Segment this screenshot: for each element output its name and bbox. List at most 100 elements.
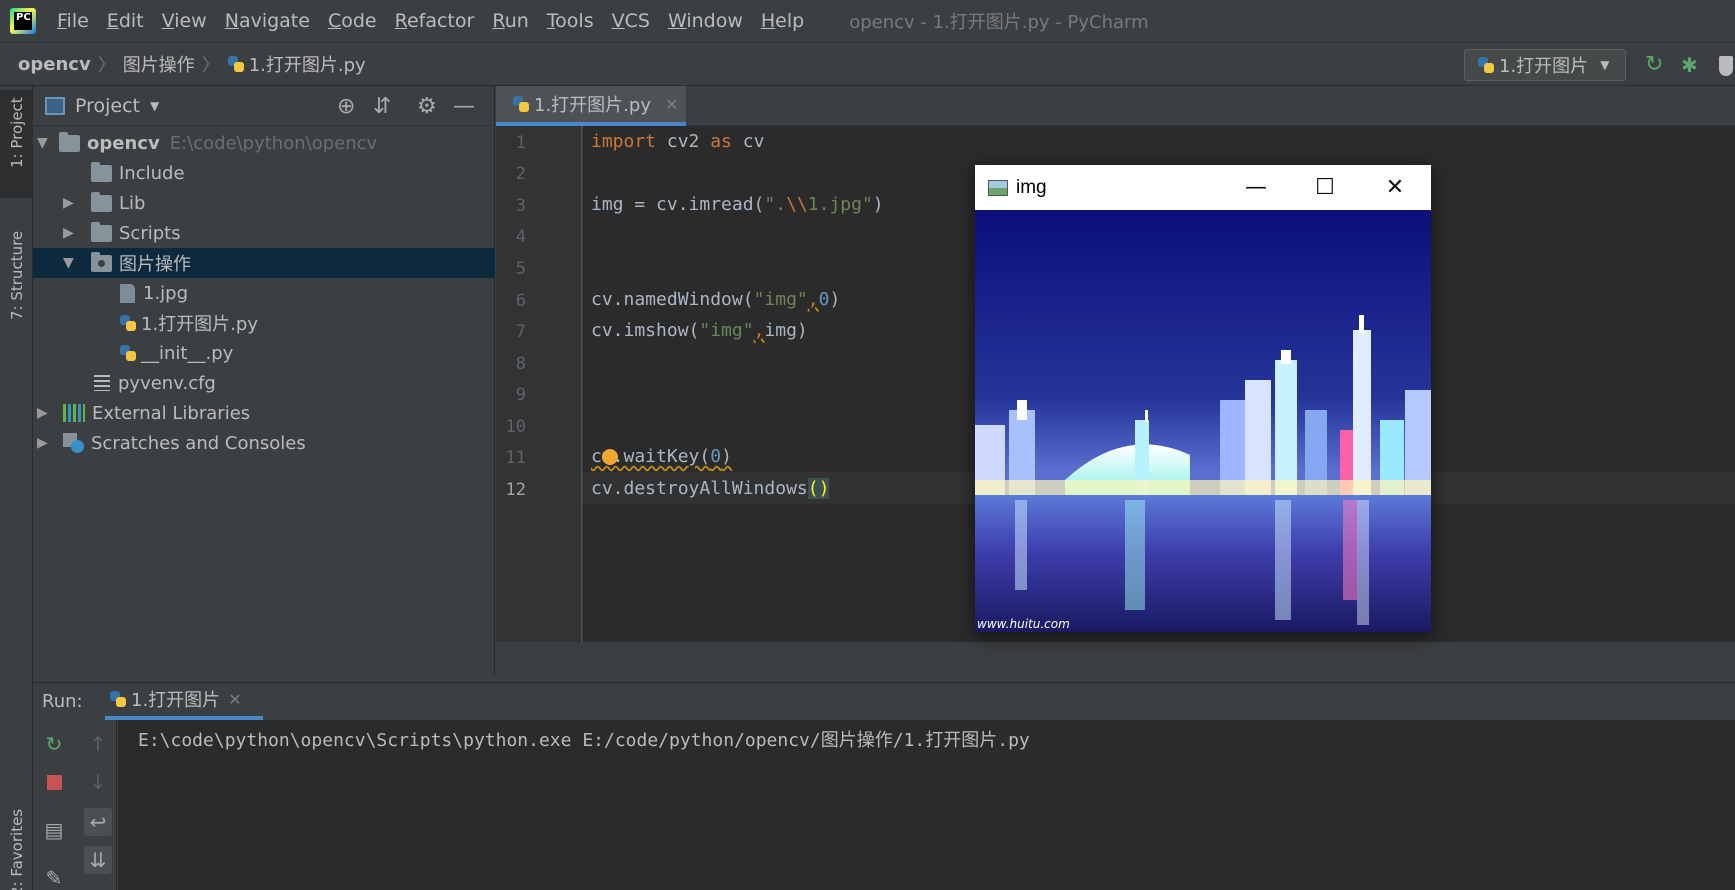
line-number: 6 [515,291,526,311]
folder-icon [91,191,112,212]
menu-vcs[interactable]: VCS [612,10,650,32]
arrow-down-icon[interactable]: ↓ [84,768,112,796]
tree-item-include[interactable]: Include [33,158,495,188]
scratches-icon [63,433,84,453]
gear-icon[interactable]: ⚙ [417,94,437,119]
collapsed-arrow-icon[interactable]: ▶ [37,435,48,451]
tree-item-lib[interactable]: ▶ Lib [33,188,495,218]
code-line-6: cv.namedWindow("img",0) [591,289,841,310]
tree-item-label: 1.打开图片.py [141,314,258,335]
tool-window-structure-label: 7: Structure [8,230,26,320]
collapsed-arrow-icon[interactable]: ▶ [63,225,74,241]
tree-item-pyvenv[interactable]: pyvenv.cfg [33,368,495,398]
project-view-selector[interactable]: Project [75,95,140,117]
collapse-all-icon[interactable]: ⇵ [373,94,391,119]
menu-file[interactable]: File [57,10,89,32]
image-window-titlebar[interactable]: img [975,165,1431,210]
menu-run[interactable]: Run [492,10,528,32]
scroll-to-end-icon[interactable]: ⇊ [84,846,112,874]
run-tab-active[interactable]: 1.打开图片 ✕ [105,682,263,720]
run-config-label: 1.打开图片 [1499,56,1589,77]
locate-crosshair-icon[interactable]: ⊕ [337,94,355,119]
rerun-icon[interactable]: ↻ [40,730,68,758]
chevron-right-icon: 〉 [201,55,220,76]
code-line-7: cv.imshow("img",img) [591,320,808,341]
caret-down-icon[interactable]: ▼ [150,99,159,113]
close-icon[interactable]: ✕ [665,95,678,114]
collapsed-arrow-icon[interactable]: ▶ [63,195,74,211]
line-number: 7 [515,322,526,342]
tree-item-label: __init__.py [141,342,234,364]
lightbulb-icon[interactable] [602,449,618,465]
tree-item-label: External Libraries [92,402,251,424]
menu-code[interactable]: Code [328,10,377,32]
menu-navigate[interactable]: Navigate [225,10,310,32]
breadcrumb-file-label: 1.打开图片.py [248,55,366,76]
code-line-12: cv.destroyAllWindows() [591,478,830,499]
expanded-arrow-icon[interactable]: ▼ [37,135,48,151]
line-number: 3 [515,196,526,216]
collapsed-arrow-icon[interactable]: ▶ [37,405,48,421]
menu-help[interactable]: Help [761,10,804,32]
tree-item-1jpg[interactable]: 1.jpg [33,278,495,308]
hide-minus-icon[interactable]: — [453,94,475,119]
library-icon [63,404,85,422]
soft-wrap-icon[interactable]: ↩ [84,808,112,836]
pycharm-logo-icon: PC [10,8,36,34]
tool-window-favorites-label: 2: Favorites [8,808,26,890]
debug-bug-icon[interactable]: ✱ [1681,54,1703,76]
line-number: 8 [515,354,526,374]
tree-item-image-ops[interactable]: ▼ 图片操作 [33,248,495,278]
editor-tab-active[interactable]: 1.打开图片.py ✕ [496,86,686,126]
arrow-up-icon[interactable]: ↑ [84,730,112,758]
tool-window-favorites[interactable]: 2: Favorites [0,800,33,890]
tree-item-path: E:\code\python\opencv [169,132,378,154]
menu-tools[interactable]: Tools [547,10,594,32]
menu-edit[interactable]: Edit [107,10,144,32]
coverage-shield-icon[interactable] [1719,56,1733,76]
city-night-image: www.huitu.com [975,210,1431,632]
editor-tab-label: 1.打开图片.py [534,95,651,116]
expanded-arrow-icon[interactable]: ▼ [63,255,74,271]
close-icon[interactable]: ✕ [1365,165,1425,210]
pin-icon[interactable]: ✎ [40,864,68,890]
tree-item-label: 1.jpg [143,282,189,304]
tree-item-scratches[interactable]: ▶ Scratches and Consoles [33,428,495,458]
stop-icon[interactable] [40,768,68,796]
tool-window-structure[interactable]: 7: Structure [0,228,33,346]
breadcrumb-project[interactable]: opencv [18,54,91,75]
breadcrumb-folder[interactable]: 图片操作 [123,51,195,77]
menu-window[interactable]: Window [668,10,743,32]
rerun-icon[interactable]: ↻ [1645,54,1667,76]
run-panel-label: Run: [42,691,83,712]
tree-item-label: 图片操作 [119,254,191,275]
layout-icon[interactable]: ▤ [40,816,68,844]
left-tool-strip [0,86,33,890]
minimize-icon[interactable]: — [1226,165,1286,210]
console-output-line: E:\code\python\opencv\Scripts\python.exe… [138,730,1030,751]
tree-item-scripts[interactable]: ▶ Scripts [33,218,495,248]
python-file-icon [512,95,530,113]
close-icon[interactable]: ✕ [228,690,241,709]
line-number: 9 [515,385,526,405]
tree-item-label: Lib [119,192,146,214]
tree-item-external-libraries[interactable]: ▶ External Libraries [33,398,495,428]
maximize-icon[interactable]: ☐ [1295,165,1355,210]
breadcrumb-file[interactable]: 1.打开图片.py [227,51,366,77]
python-file-icon [119,344,137,362]
project-panel-header: Project ▼ ⊕ ⇵ ⚙ — [33,86,495,126]
line-number: 5 [515,259,526,279]
tree-item-open-image-py[interactable]: 1.打开图片.py [33,308,495,338]
tool-window-project[interactable]: 1: Project [0,90,33,198]
menu-view[interactable]: View [162,10,207,32]
run-config-dropdown[interactable]: 1.打开图片 ▼ [1464,49,1626,81]
tree-item-init-py[interactable]: __init__.py [33,338,495,368]
line-number: 10 [505,417,526,437]
folder-icon [91,221,112,242]
line-number: 1 [515,133,526,153]
run-panel-header: Run: [33,682,1735,720]
tree-item-opencv[interactable]: ▼ opencv E:\code\python\opencv [33,128,495,158]
run-tab-label: 1.打开图片 [131,690,221,711]
menu-refactor[interactable]: Refactor [395,10,475,32]
line-number: 2 [515,164,526,184]
